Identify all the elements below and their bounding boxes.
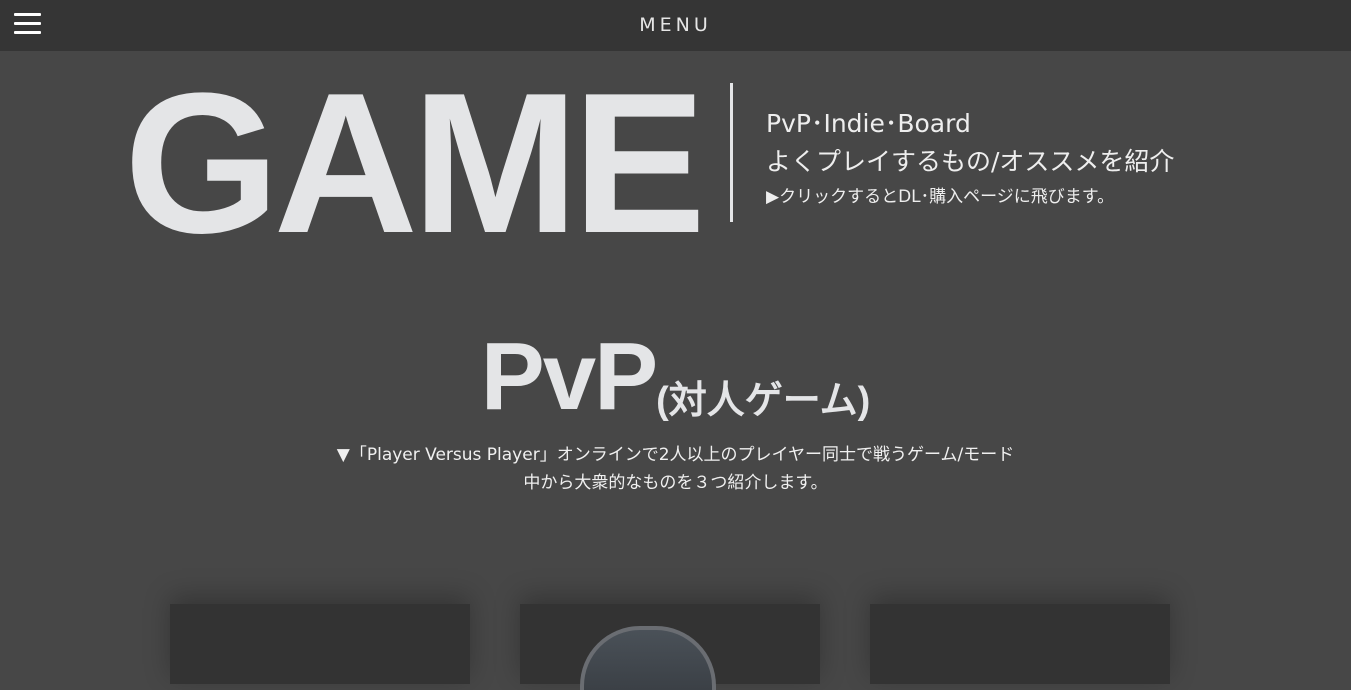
- game-card-2[interactable]: [520, 604, 820, 690]
- section-description-line1: ▼「Player Versus Player」オンラインで2人以上のプレイヤー同…: [336, 445, 1015, 465]
- menu-label[interactable]: MENU: [0, 14, 1351, 36]
- hero-categories: PvP･Indie･Board: [766, 109, 971, 138]
- game-card-1[interactable]: [170, 604, 470, 684]
- section-title-main: PvP: [480, 323, 658, 430]
- game-card-3[interactable]: [870, 604, 1170, 684]
- hero-title: GAME: [124, 52, 706, 275]
- top-nav-bar: MENU: [0, 0, 1351, 51]
- section-title: PvP(対人ゲーム): [0, 322, 1351, 432]
- game-card-image: [580, 626, 716, 690]
- hero-tagline: よくプレイするもの/オススメを紹介: [766, 147, 1175, 176]
- hero-note: ▶クリックするとDL･購入ページに飛びます。: [766, 187, 1115, 207]
- section-description-line2: 中から大衆的なものを３つ紹介します。: [523, 473, 828, 493]
- section-description: ▼「Player Versus Player」オンラインで2人以上のプレイヤー同…: [0, 441, 1351, 497]
- hero-divider: [730, 83, 733, 222]
- section-title-sub: (対人ゲーム): [656, 380, 871, 422]
